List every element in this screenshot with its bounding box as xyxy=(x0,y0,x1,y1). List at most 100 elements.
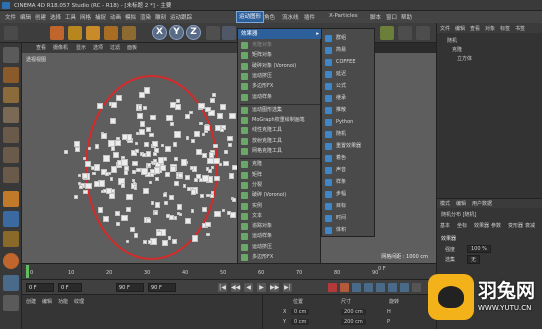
mograph-menu-item-12[interactable]: 矩阵 xyxy=(238,171,322,180)
lock-workplane-icon[interactable] xyxy=(3,231,19,247)
material-tab-3[interactable]: 纹理 xyxy=(74,298,84,305)
mograph-menu-item-17[interactable]: 追踪对象 xyxy=(238,222,322,231)
objects-tab-4[interactable]: 标签 xyxy=(500,25,510,32)
mograph-menu-item-15[interactable]: 实例 xyxy=(238,202,322,211)
axis-mode-icon[interactable] xyxy=(3,191,19,207)
mograph-menu-item-6[interactable]: 运动图形选集 xyxy=(238,106,322,115)
keyframe-selection-icon[interactable] xyxy=(352,283,361,292)
recent-tool-icon[interactable] xyxy=(122,26,136,40)
viewport-menu-item-2[interactable]: 显示 xyxy=(76,44,86,51)
mograph-menu-item-10[interactable]: 网格克隆工具 xyxy=(238,147,322,156)
menu-item-18[interactable]: 窗口 xyxy=(384,13,399,21)
mograph-menu-item-18[interactable]: 运动样条 xyxy=(238,232,322,241)
mograph-menu-item-16[interactable]: 文本 xyxy=(238,212,322,221)
mograph-menu-item-19[interactable]: 运动挤压 xyxy=(238,243,322,252)
viewport-menu-item-0[interactable]: 查看 xyxy=(36,44,46,51)
make-editable-icon[interactable] xyxy=(3,47,19,63)
playhead[interactable] xyxy=(26,265,29,278)
effector-item-14[interactable]: 目标 xyxy=(322,201,376,212)
rotate-tool-icon[interactable] xyxy=(86,26,100,40)
render-view-icon[interactable] xyxy=(222,26,236,40)
mograph-menu-item-7[interactable]: MoGraph权重绘制画笔 xyxy=(238,116,322,125)
undo-icon[interactable] xyxy=(4,26,18,40)
attributes-subtab-1[interactable]: 坐标 xyxy=(457,222,467,229)
mograph-menu-item-9[interactable]: 放射克隆工具 xyxy=(238,137,322,146)
play-button[interactable]: ▶ xyxy=(257,283,266,292)
previous-key-button[interactable]: ◀◀ xyxy=(231,283,240,292)
effector-item-10[interactable]: 着色 xyxy=(322,153,376,164)
effector-item-6[interactable]: 推散 xyxy=(322,105,376,116)
menu-item-10[interactable]: 雕刻 xyxy=(153,13,168,21)
mograph-menu-item-8[interactable]: 线性克隆工具 xyxy=(238,126,322,135)
scene-icon[interactable] xyxy=(416,26,430,40)
menu-item-12[interactable]: 运动图形 xyxy=(236,11,265,23)
effector-item-11[interactable]: 声音 xyxy=(322,165,376,176)
mograph-menu-item-11[interactable]: 克隆 xyxy=(238,160,322,169)
mograph-menu-item-0[interactable]: 克隆对象 xyxy=(238,41,322,50)
effector-item-16[interactable]: 体积 xyxy=(322,225,376,236)
viewport-menu-item-3[interactable]: 选项 xyxy=(93,44,103,51)
attributes-subtab-4[interactable]: 变形器 xyxy=(508,222,523,229)
menu-item-15[interactable]: 插件 xyxy=(302,13,317,21)
menu-item-13[interactable]: 角色 xyxy=(262,13,277,21)
effector-item-2[interactable]: COFFEE xyxy=(322,57,376,68)
position-key-icon[interactable] xyxy=(364,283,373,292)
points-mode-icon[interactable] xyxy=(3,127,19,143)
effector-item-3[interactable]: 延迟 xyxy=(322,69,376,80)
light-icon[interactable] xyxy=(380,26,394,40)
effector-item-9[interactable]: 重置效果器 xyxy=(322,141,376,152)
attributes-tab-1[interactable]: 编辑 xyxy=(456,200,466,207)
objects-tab-5[interactable]: 书签 xyxy=(515,25,525,32)
effector-menu-item[interactable]: 效果器 ▸ xyxy=(238,29,322,39)
menu-item-3[interactable]: 选择 xyxy=(48,13,63,21)
menu-item-16[interactable]: X-Particles xyxy=(327,13,360,19)
strength-field[interactable]: 100 % xyxy=(467,245,491,253)
polygons-mode-icon[interactable] xyxy=(3,167,19,183)
menu-item-5[interactable]: 网格 xyxy=(78,13,93,21)
coord-position-field[interactable]: 0 cm xyxy=(291,309,310,315)
mograph-menu-item-13[interactable]: 分裂 xyxy=(238,181,322,190)
current-frame-field[interactable]: 0 F xyxy=(58,283,82,292)
effector-item-0[interactable]: 群组 xyxy=(322,33,376,44)
effector-item-13[interactable]: 步幅 xyxy=(322,189,376,200)
snap-icon[interactable] xyxy=(3,211,19,227)
effector-item-1[interactable]: 简易 xyxy=(322,45,376,56)
viewport-menu-item-4[interactable]: 过滤 xyxy=(110,44,120,51)
rotation-key-icon[interactable] xyxy=(388,283,397,292)
menu-item-1[interactable]: 编辑 xyxy=(18,13,33,21)
mograph-menu-item-20[interactable]: 多边形FX xyxy=(238,253,322,262)
material-tab-1[interactable]: 编辑 xyxy=(42,298,52,305)
menu-item-8[interactable]: 模拟 xyxy=(123,13,138,21)
grid-icon[interactable] xyxy=(3,295,19,311)
mograph-menu-item-3[interactable]: 运动挤压 xyxy=(238,72,322,81)
edges-mode-icon[interactable] xyxy=(3,147,19,163)
go-to-end-button[interactable]: ▶| xyxy=(283,283,292,292)
mograph-menu-item-1[interactable]: 矩阵对象 xyxy=(238,51,322,60)
scale-key-icon[interactable] xyxy=(376,283,385,292)
object-row[interactable]: 克隆 xyxy=(437,46,542,54)
coord-size-field[interactable]: 200 cm xyxy=(341,319,366,325)
objects-tab-1[interactable]: 编辑 xyxy=(455,25,465,32)
timeline[interactable]: 0 F 0 10 20 30 40 50 60 70 80 90 xyxy=(22,263,436,279)
live-select-icon[interactable] xyxy=(104,26,118,40)
viewport-menu-item-5[interactable]: 面板 xyxy=(127,44,137,51)
move-tool-icon[interactable] xyxy=(50,26,64,40)
floor-icon[interactable] xyxy=(398,26,412,40)
object-row[interactable]: 立方体 xyxy=(437,55,542,63)
material-tab-0[interactable]: 创建 xyxy=(26,298,36,305)
mograph-menu-item-5[interactable]: 运动样条 xyxy=(238,93,322,102)
selection-field[interactable]: 无 xyxy=(467,255,481,264)
coord-position-field[interactable]: 0 cm xyxy=(291,319,310,325)
menu-item-14[interactable]: 流水线 xyxy=(280,13,301,21)
effector-item-7[interactable]: Python xyxy=(322,117,376,128)
menu-item-19[interactable]: 帮助 xyxy=(399,13,414,21)
axis-z-button[interactable]: Z xyxy=(186,25,201,40)
objects-tab-3[interactable]: 对象 xyxy=(485,25,495,32)
attributes-tab-2[interactable]: 用户数据 xyxy=(472,200,492,207)
effector-item-12[interactable]: 样条 xyxy=(322,177,376,188)
effector-item-15[interactable]: 时间 xyxy=(322,213,376,224)
next-frame-button[interactable]: ▶▶ xyxy=(270,283,279,292)
attributes-subtab-3[interactable]: 参数 xyxy=(491,222,501,229)
texture-mode-icon[interactable] xyxy=(3,87,19,103)
record-icon[interactable] xyxy=(328,283,337,292)
